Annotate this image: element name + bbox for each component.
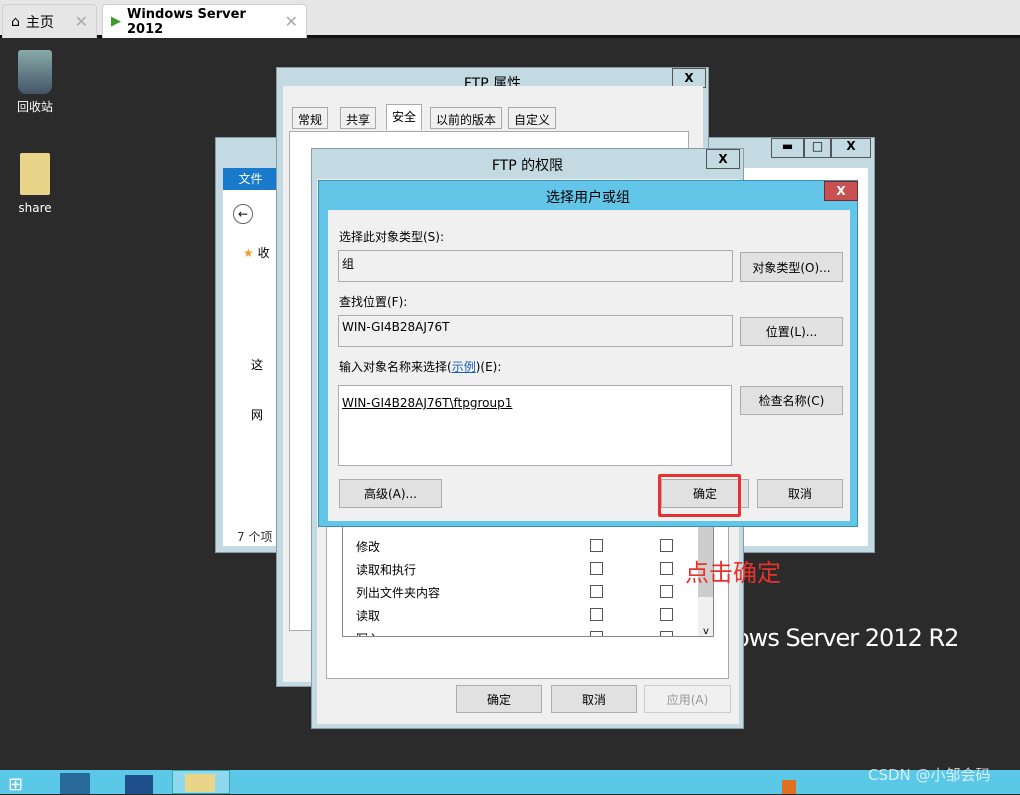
- home-icon: ⌂: [11, 13, 20, 30]
- annotation-text: 点击确定: [685, 559, 781, 587]
- tab-customize[interactable]: 自定义: [508, 107, 557, 129]
- select-users-dialog: 选择用户或组 X 选择此对象类型(S): 组 对象类型(O)... 查找位置(F…: [318, 180, 858, 527]
- close-icon[interactable]: ✕: [75, 12, 88, 31]
- allow-checkbox[interactable]: [590, 562, 603, 575]
- check-names-button[interactable]: 检查名称(C): [740, 386, 843, 415]
- perm-row-label: 写入: [356, 630, 380, 636]
- allow-checkbox[interactable]: [590, 631, 603, 636]
- ok-button[interactable]: 确定: [456, 685, 542, 713]
- deny-checkbox[interactable]: [660, 631, 673, 636]
- nav-favorites[interactable]: ★ 收: [243, 244, 270, 261]
- props-tabs: 常规 共享 安全 以前的版本 自定义: [292, 104, 692, 131]
- allow-checkbox[interactable]: [590, 608, 603, 621]
- object-type-label: 选择此对象类型(S):: [339, 230, 445, 244]
- object-names-input[interactable]: WIN-GI4B28AJ76T\ftpgroup1: [338, 385, 732, 466]
- tray-icon[interactable]: [782, 780, 796, 794]
- nav-this-pc[interactable]: 这: [251, 356, 263, 373]
- tab-previous-versions[interactable]: 以前的版本: [430, 107, 503, 129]
- scroll-down-icon[interactable]: v: [698, 626, 713, 636]
- advanced-button[interactable]: 高级(A)...: [339, 479, 442, 508]
- start-icon[interactable]: ⊞: [8, 774, 36, 795]
- close-button[interactable]: X: [672, 68, 706, 88]
- tab-security[interactable]: 安全: [386, 104, 423, 130]
- windows-branding: ows Server 2012 R2: [735, 624, 959, 652]
- deny-checkbox[interactable]: [660, 562, 673, 575]
- cancel-button[interactable]: 取消: [551, 685, 637, 713]
- status-bar-count: 7 个项: [237, 530, 273, 544]
- dialog-title: FTP 的权限: [491, 158, 564, 174]
- window-controls: ▬ □ X: [771, 138, 871, 158]
- minimize-button[interactable]: ▬: [771, 138, 804, 158]
- recycle-bin-icon: [18, 50, 52, 94]
- desktop-recycle-bin[interactable]: 回收站: [5, 50, 65, 115]
- perm-row-label: 修改: [356, 540, 381, 554]
- watermark: CSDN @小邹会码: [868, 766, 991, 784]
- explorer-taskbar-button[interactable]: [172, 770, 230, 794]
- apply-button[interactable]: 应用(A): [644, 685, 731, 713]
- highlight-box: [658, 474, 741, 517]
- allow-checkbox[interactable]: [590, 539, 603, 552]
- vm-icon: ▶: [111, 14, 121, 29]
- deny-checkbox[interactable]: [660, 585, 673, 598]
- perm-row-label: 列出文件夹内容: [356, 586, 441, 600]
- locations-button[interactable]: 位置(L)...: [740, 317, 843, 346]
- tab-home[interactable]: ⌂ 主页 ✕: [2, 4, 97, 38]
- close-button[interactable]: X: [831, 138, 871, 158]
- perm-row-label: 读取和执行: [356, 563, 417, 577]
- allow-checkbox[interactable]: [590, 585, 603, 598]
- nav-network[interactable]: 网: [251, 406, 263, 423]
- close-button[interactable]: X: [706, 149, 740, 169]
- deny-checkbox[interactable]: [660, 608, 673, 621]
- close-button[interactable]: X: [824, 181, 858, 201]
- object-names-label: 输入对象名称来选择(示例)(E):: [339, 360, 502, 374]
- taskbar: ⊞ CSDN @小邹会码: [0, 766, 1020, 795]
- tab-sharing[interactable]: 共享: [340, 107, 377, 129]
- dialog-title: 选择用户或组: [546, 190, 630, 206]
- folder-icon: [185, 774, 215, 792]
- server-manager-icon[interactable]: [60, 773, 90, 794]
- desktop-share-folder[interactable]: share: [5, 153, 65, 215]
- select-body: 选择此对象类型(S): 组 对象类型(O)... 查找位置(F): WIN-GI…: [328, 210, 850, 521]
- location-label: 查找位置(F):: [339, 295, 408, 309]
- close-icon[interactable]: ✕: [285, 12, 298, 31]
- location-field: WIN-GI4B28AJ76T: [338, 315, 733, 347]
- ribbon-file-tab[interactable]: 文件: [223, 168, 278, 190]
- back-button[interactable]: ←: [233, 204, 253, 224]
- permissions-list: v 修改 读取和执行 列出文件夹内容 读取 写入: [342, 519, 714, 637]
- star-icon: ★: [243, 246, 254, 260]
- object-types-button[interactable]: 对象类型(O)...: [740, 252, 843, 282]
- browser-tab-bar: ⌂ 主页 ✕ ▶ Windows Server 2012 ✕: [0, 0, 1020, 38]
- deny-checkbox[interactable]: [660, 539, 673, 552]
- cancel-button[interactable]: 取消: [757, 479, 843, 508]
- tab-general[interactable]: 常规: [292, 107, 329, 129]
- perm-row-label: 读取: [356, 609, 381, 623]
- maximize-button[interactable]: □: [804, 138, 831, 158]
- examples-link[interactable]: 示例: [452, 360, 476, 374]
- powershell-icon[interactable]: [125, 775, 153, 794]
- object-type-field: 组: [338, 250, 733, 282]
- tab-windows-server[interactable]: ▶ Windows Server 2012 ✕: [102, 4, 307, 38]
- folder-icon: [20, 153, 50, 195]
